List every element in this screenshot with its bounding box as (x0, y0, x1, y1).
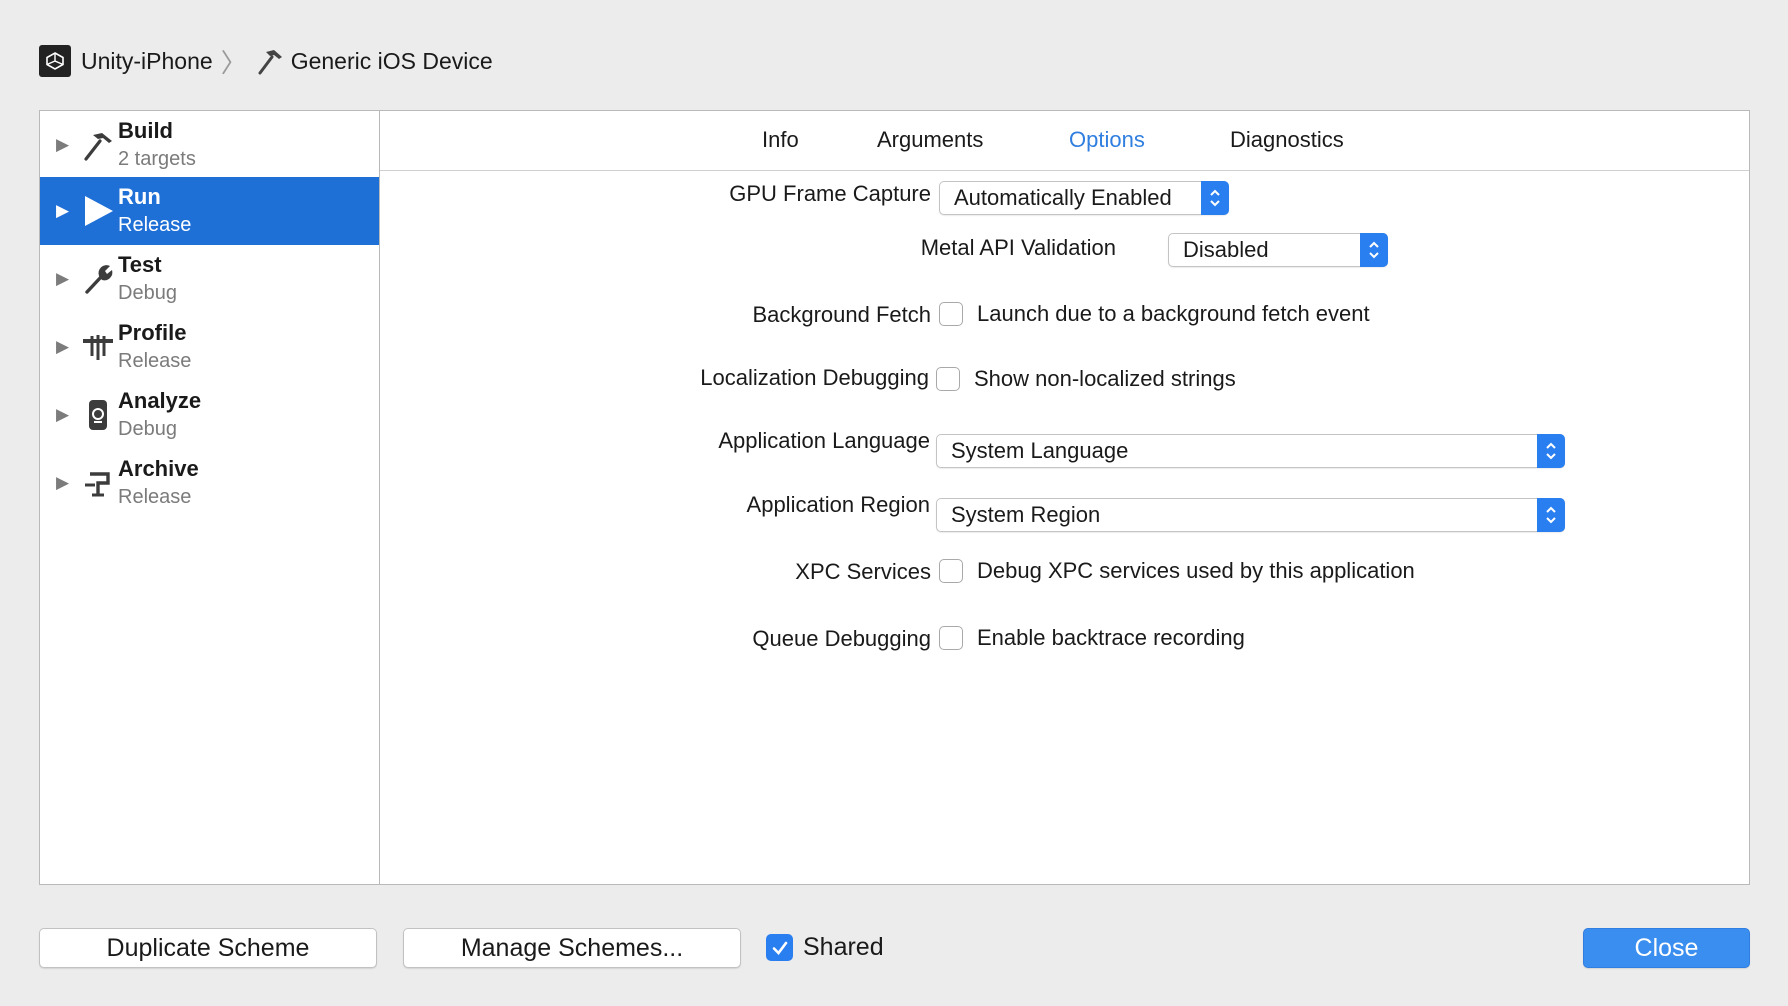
archive-icon (80, 465, 116, 501)
localization-debugging-label: Localization Debugging (700, 365, 929, 390)
tab-info[interactable]: Info (762, 127, 799, 153)
queue-debugging-label: Queue Debugging (752, 626, 931, 651)
close-button[interactable]: Close (1583, 928, 1750, 968)
scheme-editor-window: Unity-iPhone 〉 Generic iOS Device ▶ Buil… (0, 0, 1788, 1006)
hammer-icon (255, 46, 285, 76)
sidebar-item-test[interactable]: ▶ Test Debug (40, 245, 379, 313)
tab-bar: Info Arguments Options Diagnostics (380, 111, 1749, 171)
localization-debugging-option[interactable]: Show non-localized strings (936, 366, 1236, 392)
duplicate-scheme-button[interactable]: Duplicate Scheme (39, 928, 377, 968)
xpc-services-checkbox-label[interactable]: Debug XPC services used by this applicat… (977, 558, 1415, 584)
options-content: Info Arguments Options Diagnostics GPU F… (380, 111, 1749, 884)
manage-schemes-button[interactable]: Manage Schemes... (403, 928, 741, 968)
background-fetch-checkbox[interactable] (939, 302, 963, 326)
checkmark-icon (772, 941, 787, 955)
sidebar-item-subtitle: Release (118, 350, 192, 372)
popup-arrows-icon (1537, 498, 1565, 532)
queue-debugging-option[interactable]: Enable backtrace recording (939, 625, 1245, 651)
wrench-icon (80, 261, 116, 297)
application-region-value: System Region (951, 502, 1101, 527)
sidebar-item-title: Test (118, 252, 162, 277)
sidebar-item-archive[interactable]: ▶ Archive Release (40, 449, 379, 517)
sidebar-item-subtitle: Release (118, 486, 192, 508)
background-fetch-label: Background Fetch (752, 302, 931, 327)
application-language-popup[interactable]: System Language (936, 434, 1565, 468)
sidebar-item-analyze[interactable]: ▶ Analyze Debug (40, 381, 379, 449)
disclosure-triangle-icon[interactable]: ▶ (56, 473, 78, 493)
disclosure-triangle-icon[interactable]: ▶ (56, 201, 78, 221)
breadcrumb: Unity-iPhone 〉 Generic iOS Device (39, 43, 493, 79)
gpu-frame-capture-popup[interactable]: Automatically Enabled (939, 181, 1229, 215)
xpc-services-option[interactable]: Debug XPC services used by this applicat… (939, 558, 1415, 584)
disclosure-triangle-icon[interactable]: ▶ (56, 337, 78, 357)
disclosure-triangle-icon[interactable]: ▶ (56, 405, 78, 425)
sidebar-item-run[interactable]: ▶ Run Release (40, 177, 379, 245)
sidebar-item-build[interactable]: ▶ Build 2 targets (40, 111, 379, 179)
scheme-action-sidebar: ▶ Build 2 targets ▶ Run Release ▶ Test D… (40, 111, 380, 884)
sidebar-item-profile[interactable]: ▶ Profile Release (40, 313, 379, 381)
localization-debugging-checkbox-label[interactable]: Show non-localized strings (974, 366, 1236, 392)
analyze-icon (80, 397, 116, 433)
shared-checkbox[interactable] (766, 934, 793, 961)
popup-arrows-icon (1201, 181, 1229, 215)
disclosure-triangle-icon[interactable]: ▶ (56, 269, 78, 289)
hammer-icon (80, 127, 116, 163)
background-fetch-option[interactable]: Launch due to a background fetch event (939, 301, 1370, 327)
shared-label[interactable]: Shared (803, 933, 884, 962)
unity-icon[interactable] (39, 45, 71, 77)
metal-api-validation-value: Disabled (1183, 237, 1269, 262)
metal-api-validation-label: Metal API Validation (920, 235, 1116, 260)
application-language-label: Application Language (718, 428, 930, 453)
application-region-label: Application Region (746, 492, 930, 517)
sidebar-item-title: Archive (118, 456, 199, 481)
play-icon (80, 193, 116, 229)
tab-arguments[interactable]: Arguments (877, 127, 983, 153)
breadcrumb-device[interactable]: Generic iOS Device (291, 48, 493, 75)
sidebar-item-subtitle: 2 targets (118, 148, 196, 170)
metal-api-validation-popup[interactable]: Disabled (1168, 233, 1388, 267)
xpc-services-checkbox[interactable] (939, 559, 963, 583)
gpu-frame-capture-value: Automatically Enabled (954, 185, 1172, 210)
application-language-value: System Language (951, 438, 1129, 463)
sidebar-item-title: Analyze (118, 388, 202, 413)
gpu-frame-capture-label: GPU Frame Capture (729, 181, 931, 206)
sidebar-item-title: Run (118, 184, 161, 209)
xpc-services-label: XPC Services (795, 559, 931, 584)
popup-arrows-icon (1537, 434, 1565, 468)
disclosure-triangle-icon[interactable]: ▶ (56, 135, 78, 155)
localization-debugging-checkbox[interactable] (936, 367, 960, 391)
instruments-icon (80, 329, 116, 365)
sidebar-item-subtitle: Debug (118, 418, 177, 440)
shared-option[interactable]: Shared (766, 933, 884, 962)
queue-debugging-checkbox[interactable] (939, 626, 963, 650)
sidebar-item-subtitle: Debug (118, 282, 177, 304)
application-region-popup[interactable]: System Region (936, 498, 1565, 532)
popup-arrows-icon (1360, 233, 1388, 267)
sidebar-item-title: Profile (118, 320, 187, 345)
sidebar-item-subtitle: Release (118, 214, 192, 236)
breadcrumb-separator: 〉 (220, 47, 247, 78)
tab-diagnostics[interactable]: Diagnostics (1230, 127, 1344, 153)
scheme-panel: ▶ Build 2 targets ▶ Run Release ▶ Test D… (39, 110, 1750, 885)
breadcrumb-project[interactable]: Unity-iPhone (81, 48, 213, 75)
background-fetch-checkbox-label[interactable]: Launch due to a background fetch event (977, 301, 1370, 327)
queue-debugging-checkbox-label[interactable]: Enable backtrace recording (977, 625, 1245, 651)
tab-options[interactable]: Options (1069, 127, 1145, 153)
sidebar-item-title: Build (118, 118, 173, 143)
